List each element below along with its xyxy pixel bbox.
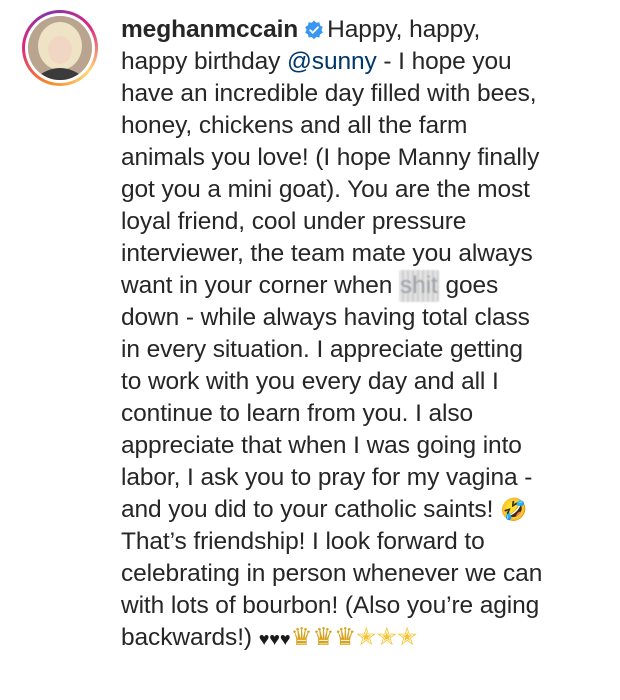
instagram-comment: meghanmccain Happy, happy, happy birthday… bbox=[0, 0, 620, 700]
heart-emoji-icon: ♥♥♥ bbox=[258, 629, 291, 649]
caption-text: meghanmccain Happy, happy, happy birthday… bbox=[121, 14, 611, 654]
caption-line-19: with lots of bourbon! (Also you’re aging bbox=[121, 592, 540, 619]
caption-line-5: animals you love! (I hope Manny finally bbox=[121, 144, 540, 171]
avatar-photo bbox=[28, 16, 92, 80]
caption-line-18: celebrating in person whenever we can bbox=[121, 560, 543, 587]
caption-segment: goes bbox=[438, 272, 499, 299]
caption-line-17: That’s friendship! I look forward to bbox=[121, 528, 485, 555]
caption-line-9: want in your corner when shit goes bbox=[121, 270, 611, 302]
caption-segment: happy birthday bbox=[121, 48, 288, 75]
caption-segment: backwards!) bbox=[121, 624, 259, 651]
censored-word: shit bbox=[399, 270, 439, 302]
caption-line-4: honey, chickens and all the farm bbox=[121, 112, 468, 139]
caption-segment: - I hope you bbox=[376, 48, 512, 75]
caption-line-11: in every situation. I appreciate getting bbox=[121, 336, 523, 363]
caption-line-6: got you a mini goat). You are the most bbox=[121, 176, 530, 203]
caption-segment: Happy, happy, bbox=[327, 16, 481, 43]
avatar-image bbox=[28, 16, 92, 80]
caption-line-7: loyal friend, cool under pressure bbox=[121, 208, 467, 235]
star-emoji-icon: ✭✭✭ bbox=[356, 624, 418, 651]
caption-line-8: interviewer, the team mate you always bbox=[121, 240, 533, 267]
crown-emoji-icon: ♛♛♛ bbox=[290, 624, 357, 651]
avatar-border bbox=[25, 13, 95, 83]
caption-line-2: happy birthday @sunny - I hope you bbox=[121, 46, 611, 78]
caption-line-10: down - while always having total class bbox=[121, 304, 530, 331]
caption-segment: and you did to your catholic saints! bbox=[121, 496, 500, 523]
caption-line-13: continue to learn from you. I also bbox=[121, 400, 474, 427]
caption-line-12: to work with you every day and all I bbox=[121, 368, 499, 395]
mention-link[interactable]: @sunny bbox=[287, 48, 377, 75]
verified-badge-icon bbox=[305, 20, 323, 40]
profile-avatar[interactable] bbox=[22, 10, 98, 86]
caption-segment: want in your corner when bbox=[121, 272, 400, 299]
caption-line-1: meghanmccain Happy, happy, bbox=[121, 14, 611, 46]
caption-line-3: have an incredible day filled with bees, bbox=[121, 80, 537, 107]
caption-line-14: appreciate that when I was going into bbox=[121, 432, 522, 459]
rofl-emoji-icon: 🤣 bbox=[500, 498, 528, 523]
caption-line-20: backwards!) ♥♥♥♛♛♛✭✭✭ bbox=[121, 622, 611, 654]
caption-line-15: labor, I ask you to pray for my vagina - bbox=[121, 464, 533, 491]
caption-line-16: and you did to your catholic saints! 🤣 bbox=[121, 494, 611, 526]
username-link[interactable]: meghanmccain bbox=[121, 16, 298, 43]
